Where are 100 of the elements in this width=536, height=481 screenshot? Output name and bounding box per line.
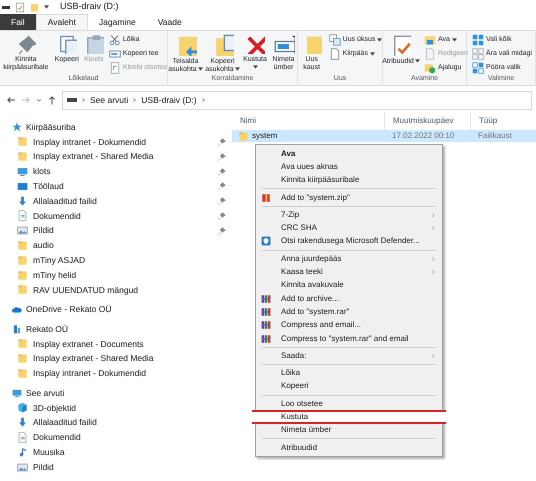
menu-item[interactable]: Kinnita avakuvale <box>256 278 442 292</box>
file-row[interactable]: system 17.02.2022 00:10 Failikaust <box>232 130 536 142</box>
pin-icon <box>218 197 226 206</box>
nav-item[interactable]: Insplay intranet - Dokumendid <box>12 366 232 381</box>
nav-item[interactable]: Insplay intranet - Dokumendid <box>12 134 232 150</box>
chevron-right-icon <box>200 97 206 103</box>
nav-item[interactable]: klots <box>12 164 232 179</box>
nav-item[interactable]: See arvuti <box>12 386 232 401</box>
column-header[interactable]: Nimi <box>232 112 384 130</box>
archive-icon <box>261 192 271 203</box>
nav-item[interactable]: Insplay extranet - Shared Media <box>12 351 232 366</box>
menu-item[interactable]: Kinnita kiirpääsuribale <box>256 174 442 187</box>
books-icon <box>261 294 271 304</box>
nav-item[interactable]: Allalaaditud failid <box>12 415 232 430</box>
open-icon <box>424 34 436 46</box>
window-title: USB-draiv (D:) <box>60 0 119 14</box>
nav-item[interactable]: Kiirpääsuriba <box>12 120 232 135</box>
folder-icon <box>17 284 28 296</box>
nav-item[interactable]: Insplay extranet - Documents <box>12 336 232 352</box>
scissors-icon <box>108 34 121 46</box>
menu-item[interactable]: Lõika <box>256 366 442 380</box>
menu-item[interactable]: Atribuudid <box>256 440 442 454</box>
nav-item[interactable]: Insplay extranet - Shared Media <box>12 149 232 164</box>
menu-item[interactable]: CRC SHA <box>256 221 442 235</box>
invert-selection-icon <box>472 62 484 74</box>
back-arrow-icon <box>6 95 16 105</box>
nav-item[interactable]: RAV UUENDATUD mängud <box>12 282 232 298</box>
rename-icon <box>272 34 294 54</box>
building-icon <box>12 324 22 334</box>
caret-icon <box>253 65 258 69</box>
menu-item[interactable]: 7-Zip <box>256 208 442 222</box>
menu-item[interactable]: Compress and email... <box>256 318 442 332</box>
nav-item[interactable]: OneDrive - Rekato OÜ <box>12 302 232 317</box>
document-icon <box>17 432 28 444</box>
down-arrow-icon <box>17 417 28 428</box>
caret-icon <box>370 52 375 56</box>
menu-item[interactable]: Otsi rakendusega Microsoft Defender... <box>256 234 442 248</box>
path-icon <box>108 48 121 60</box>
nav-item[interactable]: audio <box>12 238 232 253</box>
checklist-icon <box>391 34 412 56</box>
breadcrumb[interactable]: USB-draiv (D:) <box>141 94 197 106</box>
select-none-icon <box>472 48 484 60</box>
books-icon <box>261 334 271 344</box>
address-bar[interactable]: See arvuti USB-draiv (D:) <box>62 90 532 110</box>
chevron-right-icon <box>81 97 86 103</box>
cloud-icon <box>12 304 22 315</box>
forward-arrow-icon <box>21 95 31 105</box>
drive-icon <box>2 4 10 10</box>
menu-item[interactable]: Kopeeri <box>256 380 442 394</box>
image-icon <box>17 462 28 473</box>
menu-item[interactable]: Kustuta <box>252 410 446 424</box>
chevron-right-icon <box>132 97 138 103</box>
menu-item[interactable]: Add to archive... <box>256 292 442 306</box>
menu-item[interactable]: Compress to "system.rar" and email <box>256 332 442 346</box>
pin-icon <box>218 168 226 176</box>
caret-icon <box>44 5 49 9</box>
chevron-down-icon <box>36 97 42 103</box>
folder-icon <box>17 338 28 350</box>
nav-item[interactable]: Töölaud <box>12 178 232 194</box>
shield-icon <box>261 236 271 246</box>
chevron-right-icon <box>431 352 436 360</box>
caret-icon <box>452 38 457 42</box>
menu-item[interactable]: Ava <box>256 147 442 160</box>
monitor-icon <box>17 180 28 192</box>
menu-item[interactable]: Ava uues aknas <box>256 160 442 174</box>
up-arrow-icon <box>47 95 57 105</box>
ribbon-tab[interactable]: Fail <box>0 14 36 30</box>
breadcrumb[interactable]: See arvuti <box>90 94 128 106</box>
folder-icon <box>17 240 28 252</box>
table-cell-text: Failikaust <box>477 130 513 142</box>
pin-icon <box>218 182 226 190</box>
ribbon-tab[interactable]: Jagamine <box>88 14 147 30</box>
nav-item[interactable]: 3D-objektid <box>12 400 232 416</box>
ribbon-tab[interactable]: Vaade <box>146 14 193 30</box>
document-icon <box>328 48 341 60</box>
folder-icon <box>238 130 249 142</box>
image-icon <box>17 225 28 236</box>
menu-item[interactable]: Nimeta ümber <box>256 424 442 437</box>
nav-item[interactable]: Dokumendid <box>12 430 232 445</box>
nav-item[interactable]: Dokumendid <box>12 208 232 224</box>
caret-icon <box>234 67 240 71</box>
folder-icon <box>17 254 28 266</box>
nav-item[interactable]: Rekato OÜ <box>12 322 232 337</box>
menu-item[interactable]: Anna juurdepääs <box>256 252 442 266</box>
menu-item[interactable]: Saada: <box>256 349 442 362</box>
nav-item[interactable]: Pildid <box>12 460 232 475</box>
caret-icon <box>377 38 382 42</box>
folder-icon <box>17 151 28 162</box>
ribbon-tab[interactable]: Avaleht <box>36 14 88 30</box>
nav-item[interactable]: Pildid <box>12 223 232 238</box>
menu-item[interactable]: Loo otsetee <box>256 397 442 410</box>
nav-item[interactable]: Muusika <box>12 444 232 460</box>
nav-item[interactable]: Allalaaditud failid <box>12 194 232 209</box>
menu-item[interactable]: Add to "system.zip" <box>256 190 442 204</box>
nav-item[interactable]: mTiny ASJAD <box>12 252 232 268</box>
star-icon <box>12 122 22 132</box>
menu-item[interactable]: Add to "system.rar" <box>256 305 442 319</box>
nav-item[interactable]: mTiny helid <box>12 268 232 283</box>
table-cell-text: 17.02.2022 00:10 <box>391 130 456 142</box>
menu-item[interactable]: Kaasa teeki <box>256 265 442 279</box>
